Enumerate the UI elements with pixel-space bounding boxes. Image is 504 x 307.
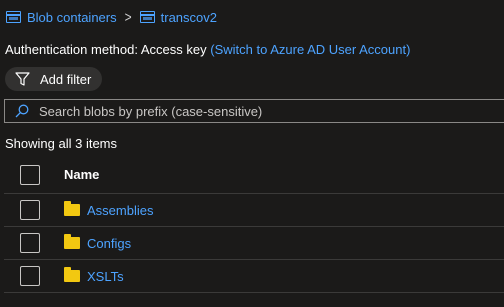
add-filter-button[interactable]: Add filter — [5, 67, 102, 91]
row-checkbox[interactable] — [20, 200, 40, 220]
folder-link[interactable]: Configs — [87, 236, 131, 251]
item-count: Showing all 3 items — [5, 136, 117, 151]
select-all-checkbox[interactable] — [20, 164, 40, 185]
table-row[interactable]: Configs — [4, 227, 504, 260]
breadcrumb: Blob containers > transcov2 — [6, 8, 217, 26]
auth-method-label: Authentication method: — [5, 42, 138, 57]
table-row[interactable]: Assemblies — [4, 194, 504, 227]
add-filter-label: Add filter — [40, 71, 92, 87]
folder-icon — [64, 201, 80, 216]
search-placeholder: Search blobs by prefix (case-sensitive) — [39, 103, 263, 119]
auth-method-value: Access key — [140, 42, 207, 57]
folder-icon — [64, 234, 80, 249]
container-icon — [139, 11, 155, 23]
row-checkbox[interactable] — [20, 233, 40, 253]
container-icon — [6, 11, 21, 23]
breadcrumb-label: transcov2 — [160, 9, 218, 25]
funnel-icon — [15, 72, 30, 86]
folder-link[interactable]: XSLTs — [87, 269, 124, 284]
search-input[interactable]: Search blobs by prefix (case-sensitive) — [4, 99, 504, 123]
breadcrumb-transcov2[interactable]: transcov2 — [139, 9, 218, 25]
search-icon — [15, 104, 29, 118]
breadcrumb-blob-containers[interactable]: Blob containers — [6, 10, 117, 25]
auth-method: Authentication method: Access key (Switc… — [5, 42, 410, 57]
folder-link[interactable]: Assemblies — [87, 203, 153, 218]
row-checkbox[interactable] — [20, 266, 40, 286]
folder-icon — [64, 267, 80, 282]
table-row[interactable]: XSLTs — [4, 260, 504, 293]
table-header-row: Name — [4, 156, 504, 194]
switch-auth-link[interactable]: (Switch to Azure AD User Account) — [210, 42, 410, 57]
column-header-name[interactable]: Name — [64, 167, 99, 182]
breadcrumb-separator: > — [124, 8, 132, 26]
breadcrumb-label: Blob containers — [27, 9, 117, 25]
blob-table: Name Assemblies Configs XSLTs — [0, 156, 504, 293]
